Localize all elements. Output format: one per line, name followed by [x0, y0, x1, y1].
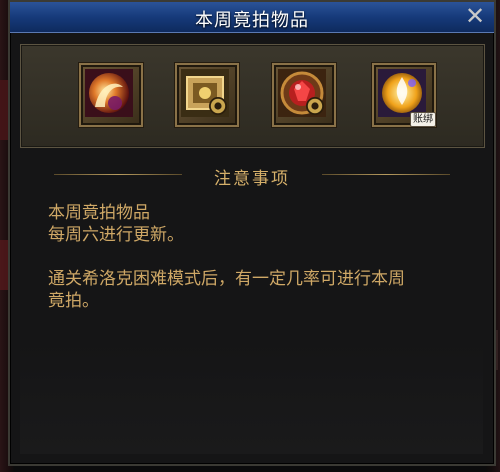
notice-body: 本周竟拍物品 每周六进行更新。 通关希洛克困难模式后，有一定几率可进行本周 竟拍…: [48, 202, 468, 312]
crescent-orb-icon: [85, 69, 133, 117]
notice-line-2: 每周六进行更新。: [48, 225, 184, 245]
close-button[interactable]: ✕: [462, 4, 488, 29]
notice-line-1: 本周竟拍物品: [48, 203, 150, 223]
item-slot-1[interactable]: [79, 63, 143, 127]
empty-content-area: [20, 342, 483, 454]
title-bar[interactable]: 本周竟拍物品 ✕: [10, 2, 494, 33]
item-slot-2[interactable]: [175, 63, 239, 127]
coin-icon: [209, 97, 227, 115]
coin-icon: [306, 97, 324, 115]
notice-line-4: 竟拍。: [48, 291, 99, 311]
item-slot-4[interactable]: 账绑: [372, 63, 436, 127]
account-bound-badge: 账绑: [410, 112, 436, 127]
item-slot-3[interactable]: [272, 63, 336, 127]
white-flame-icon: [378, 69, 426, 117]
auction-items-window: 本周竟拍物品 ✕ 账绑 注意事项 本周竟拍物品 每周六进行更新。 通关希洛克困难…: [8, 0, 496, 466]
notice-line-3: 通关希洛克困难模式后，有一定几率可进行本周: [48, 269, 405, 289]
notice-title: 注意事项: [214, 169, 290, 189]
window-title: 本周竟拍物品: [195, 10, 309, 31]
divider-right: [322, 174, 450, 175]
notice-header: 注意事项: [10, 164, 494, 189]
item-panel: 账绑: [20, 44, 485, 148]
